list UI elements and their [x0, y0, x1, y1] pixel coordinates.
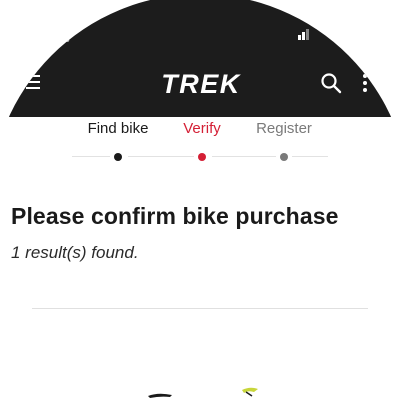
results-count: 1 result(s) found.: [11, 243, 139, 262]
more-options-icon[interactable]: [362, 74, 368, 96]
step-dot-current: [198, 153, 206, 161]
app-screen: es TREK Find bike Verify Register Please…: [0, 0, 400, 400]
step-dot-upcoming: [280, 153, 288, 161]
bike-image[interactable]: [130, 384, 270, 400]
step-connector: [212, 156, 276, 157]
search-icon[interactable]: [320, 72, 342, 94]
divider: [32, 308, 368, 309]
progress-stepper: Find bike Verify Register: [0, 117, 400, 173]
step-dot-completed: [114, 153, 122, 161]
trek-logo[interactable]: TREK: [138, 69, 264, 99]
step-connector: [72, 156, 110, 157]
status-bar: es: [0, 0, 400, 52]
logo-text: TREK: [161, 69, 242, 99]
app-header: TREK: [0, 52, 400, 117]
step-connector: [128, 156, 194, 157]
step-connector: [292, 156, 328, 157]
page-title: Please confirm bike purchase: [11, 203, 339, 229]
step-label-register: Register: [256, 120, 312, 137]
status-text: es: [58, 33, 70, 45]
hamburger-menu-icon[interactable]: [26, 75, 40, 91]
